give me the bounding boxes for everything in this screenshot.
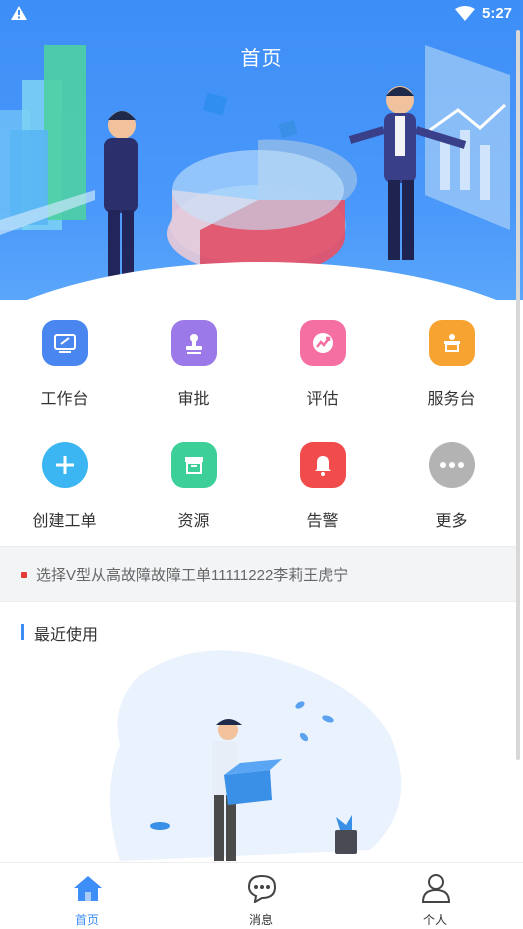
grid-item-assessment[interactable]: 评估 (258, 315, 387, 425)
grid-item-alarm[interactable]: 告警 (258, 437, 387, 547)
grid-label: 审批 (177, 391, 210, 408)
workbench-icon (42, 320, 88, 366)
empty-state-illustration (110, 650, 402, 861)
tab-home[interactable]: 首页 (0, 863, 174, 929)
tab-label: 首页 (74, 913, 99, 927)
approval-stamp-icon (171, 320, 217, 366)
scrollbar[interactable] (516, 30, 520, 760)
section-accent-bar (21, 624, 24, 640)
grid-item-service-desk[interactable]: 服务台 (387, 315, 516, 425)
alarm-bell-icon (300, 442, 346, 488)
grid-label: 评估 (306, 391, 339, 408)
home-icon (74, 876, 102, 901)
tab-label: 个人 (422, 913, 447, 927)
grid-item-resource[interactable]: 资源 (129, 437, 258, 547)
message-icon (247, 874, 277, 903)
bottom-tab-bar: 首页 消息 个人 (0, 862, 523, 929)
tab-message[interactable]: 消息 (174, 863, 348, 929)
grid-label: 创建工单 (32, 513, 97, 530)
warning-icon (11, 6, 27, 20)
tab-profile[interactable]: 个人 (348, 863, 522, 929)
notice-bar[interactable]: 选择V型从高故障故障工单11111222李莉王虎宁 (0, 546, 516, 602)
more-dots-icon (429, 442, 475, 488)
grid-label: 服务台 (427, 391, 476, 408)
grid-item-approval[interactable]: 审批 (129, 315, 258, 425)
grid-item-workbench[interactable]: 工作台 (0, 315, 129, 425)
notice-dot (21, 572, 27, 578)
plus-icon (42, 442, 88, 488)
grid-label: 资源 (177, 513, 210, 530)
grid-item-create-ticket[interactable]: 创建工单 (0, 437, 129, 547)
person-icon (421, 874, 451, 903)
notice-text: 选择V型从高故障故障工单11111222李莉王虎宁 (36, 567, 349, 584)
hero-banner: 5:27 首页 (0, 0, 523, 300)
status-bar: 5:27 (0, 0, 523, 28)
grid-item-more[interactable]: 更多 (387, 437, 516, 547)
grid-label: 工作台 (40, 391, 89, 408)
recent-section-title: 最近使用 (34, 627, 99, 644)
assessment-icon (300, 320, 346, 366)
hero-illustration (0, 45, 510, 290)
resource-box-icon (171, 442, 217, 488)
service-desk-icon (429, 320, 475, 366)
tab-label: 消息 (248, 913, 273, 927)
wifi-icon (455, 6, 475, 21)
grid-label: 告警 (306, 513, 339, 530)
status-time: 5:27 (482, 5, 513, 22)
grid-label: 更多 (435, 513, 468, 530)
